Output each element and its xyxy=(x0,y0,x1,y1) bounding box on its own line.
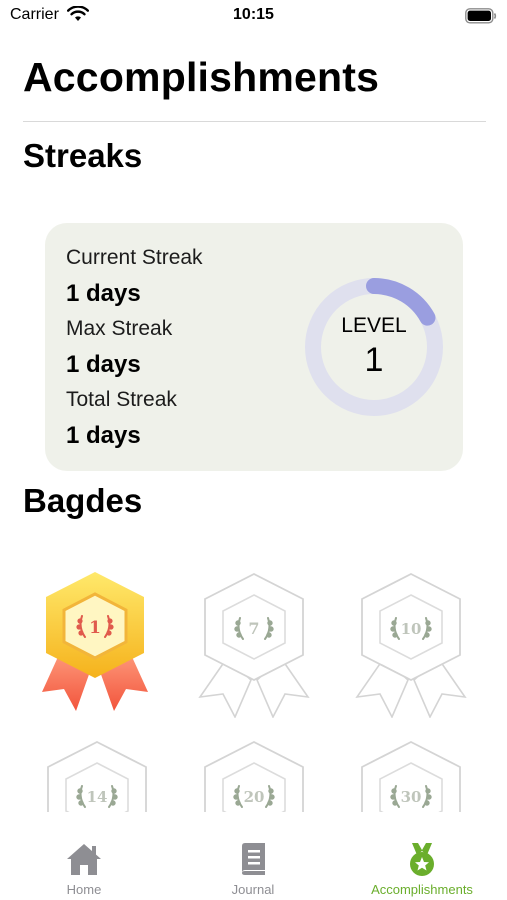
badge-10-medal-icon[interactable]: 10 xyxy=(354,572,468,718)
badge-grid: 1 7 10 14 20 30 xyxy=(0,568,507,812)
badge-30-medal-icon[interactable]: 30 xyxy=(354,740,468,812)
badge-14-number: 14 xyxy=(87,788,108,806)
badge-14-medal-icon[interactable]: 14 xyxy=(40,740,154,812)
level-value: 1 xyxy=(364,341,384,379)
total-streak-label: Total Streak xyxy=(66,388,177,411)
tab-home[interactable]: Home xyxy=(44,812,124,900)
battery-icon xyxy=(465,8,497,24)
tab-journal-label: Journal xyxy=(231,882,275,897)
tab-accomplishments-label: Accomplishments xyxy=(371,882,473,897)
house-icon xyxy=(67,844,101,875)
badge-7-medal-icon[interactable]: 7 xyxy=(197,572,311,718)
max-streak-value: 1 days xyxy=(66,351,141,378)
title-divider xyxy=(23,121,486,122)
book-icon xyxy=(242,843,265,875)
badge-20-number: 20 xyxy=(244,788,265,806)
current-streak-label: Current Streak xyxy=(66,246,203,269)
clock: 10:15 xyxy=(233,6,274,23)
badge-7-number: 7 xyxy=(248,619,259,638)
status-bar: Carrier 10:15 xyxy=(0,0,507,32)
total-streak-value: 1 days xyxy=(66,422,141,449)
badge-30-number: 30 xyxy=(401,788,422,806)
badge-1-number: 1 xyxy=(89,618,101,638)
badge-20-medal-icon[interactable]: 20 xyxy=(197,740,311,812)
page-title: Accomplishments xyxy=(23,54,380,100)
tab-journal[interactable]: Journal xyxy=(213,812,293,900)
streak-card: Current Streak 1 days Max Streak 1 days … xyxy=(45,223,463,471)
max-streak-label: Max Streak xyxy=(66,317,173,340)
tab-bar: Home Journal Accomplishments xyxy=(0,812,507,900)
medal-icon xyxy=(410,843,434,876)
current-streak-value: 1 days xyxy=(66,280,141,307)
tab-accomplishments[interactable]: Accomplishments xyxy=(362,812,482,900)
streaks-section-title: Streaks xyxy=(23,137,143,174)
level-label: LEVEL xyxy=(341,314,407,337)
badges-section-title: Bagdes xyxy=(23,482,143,519)
badge-1-medal-icon[interactable]: 1 xyxy=(38,570,152,716)
tab-home-label: Home xyxy=(66,882,102,897)
badge-10-number: 10 xyxy=(401,620,422,638)
